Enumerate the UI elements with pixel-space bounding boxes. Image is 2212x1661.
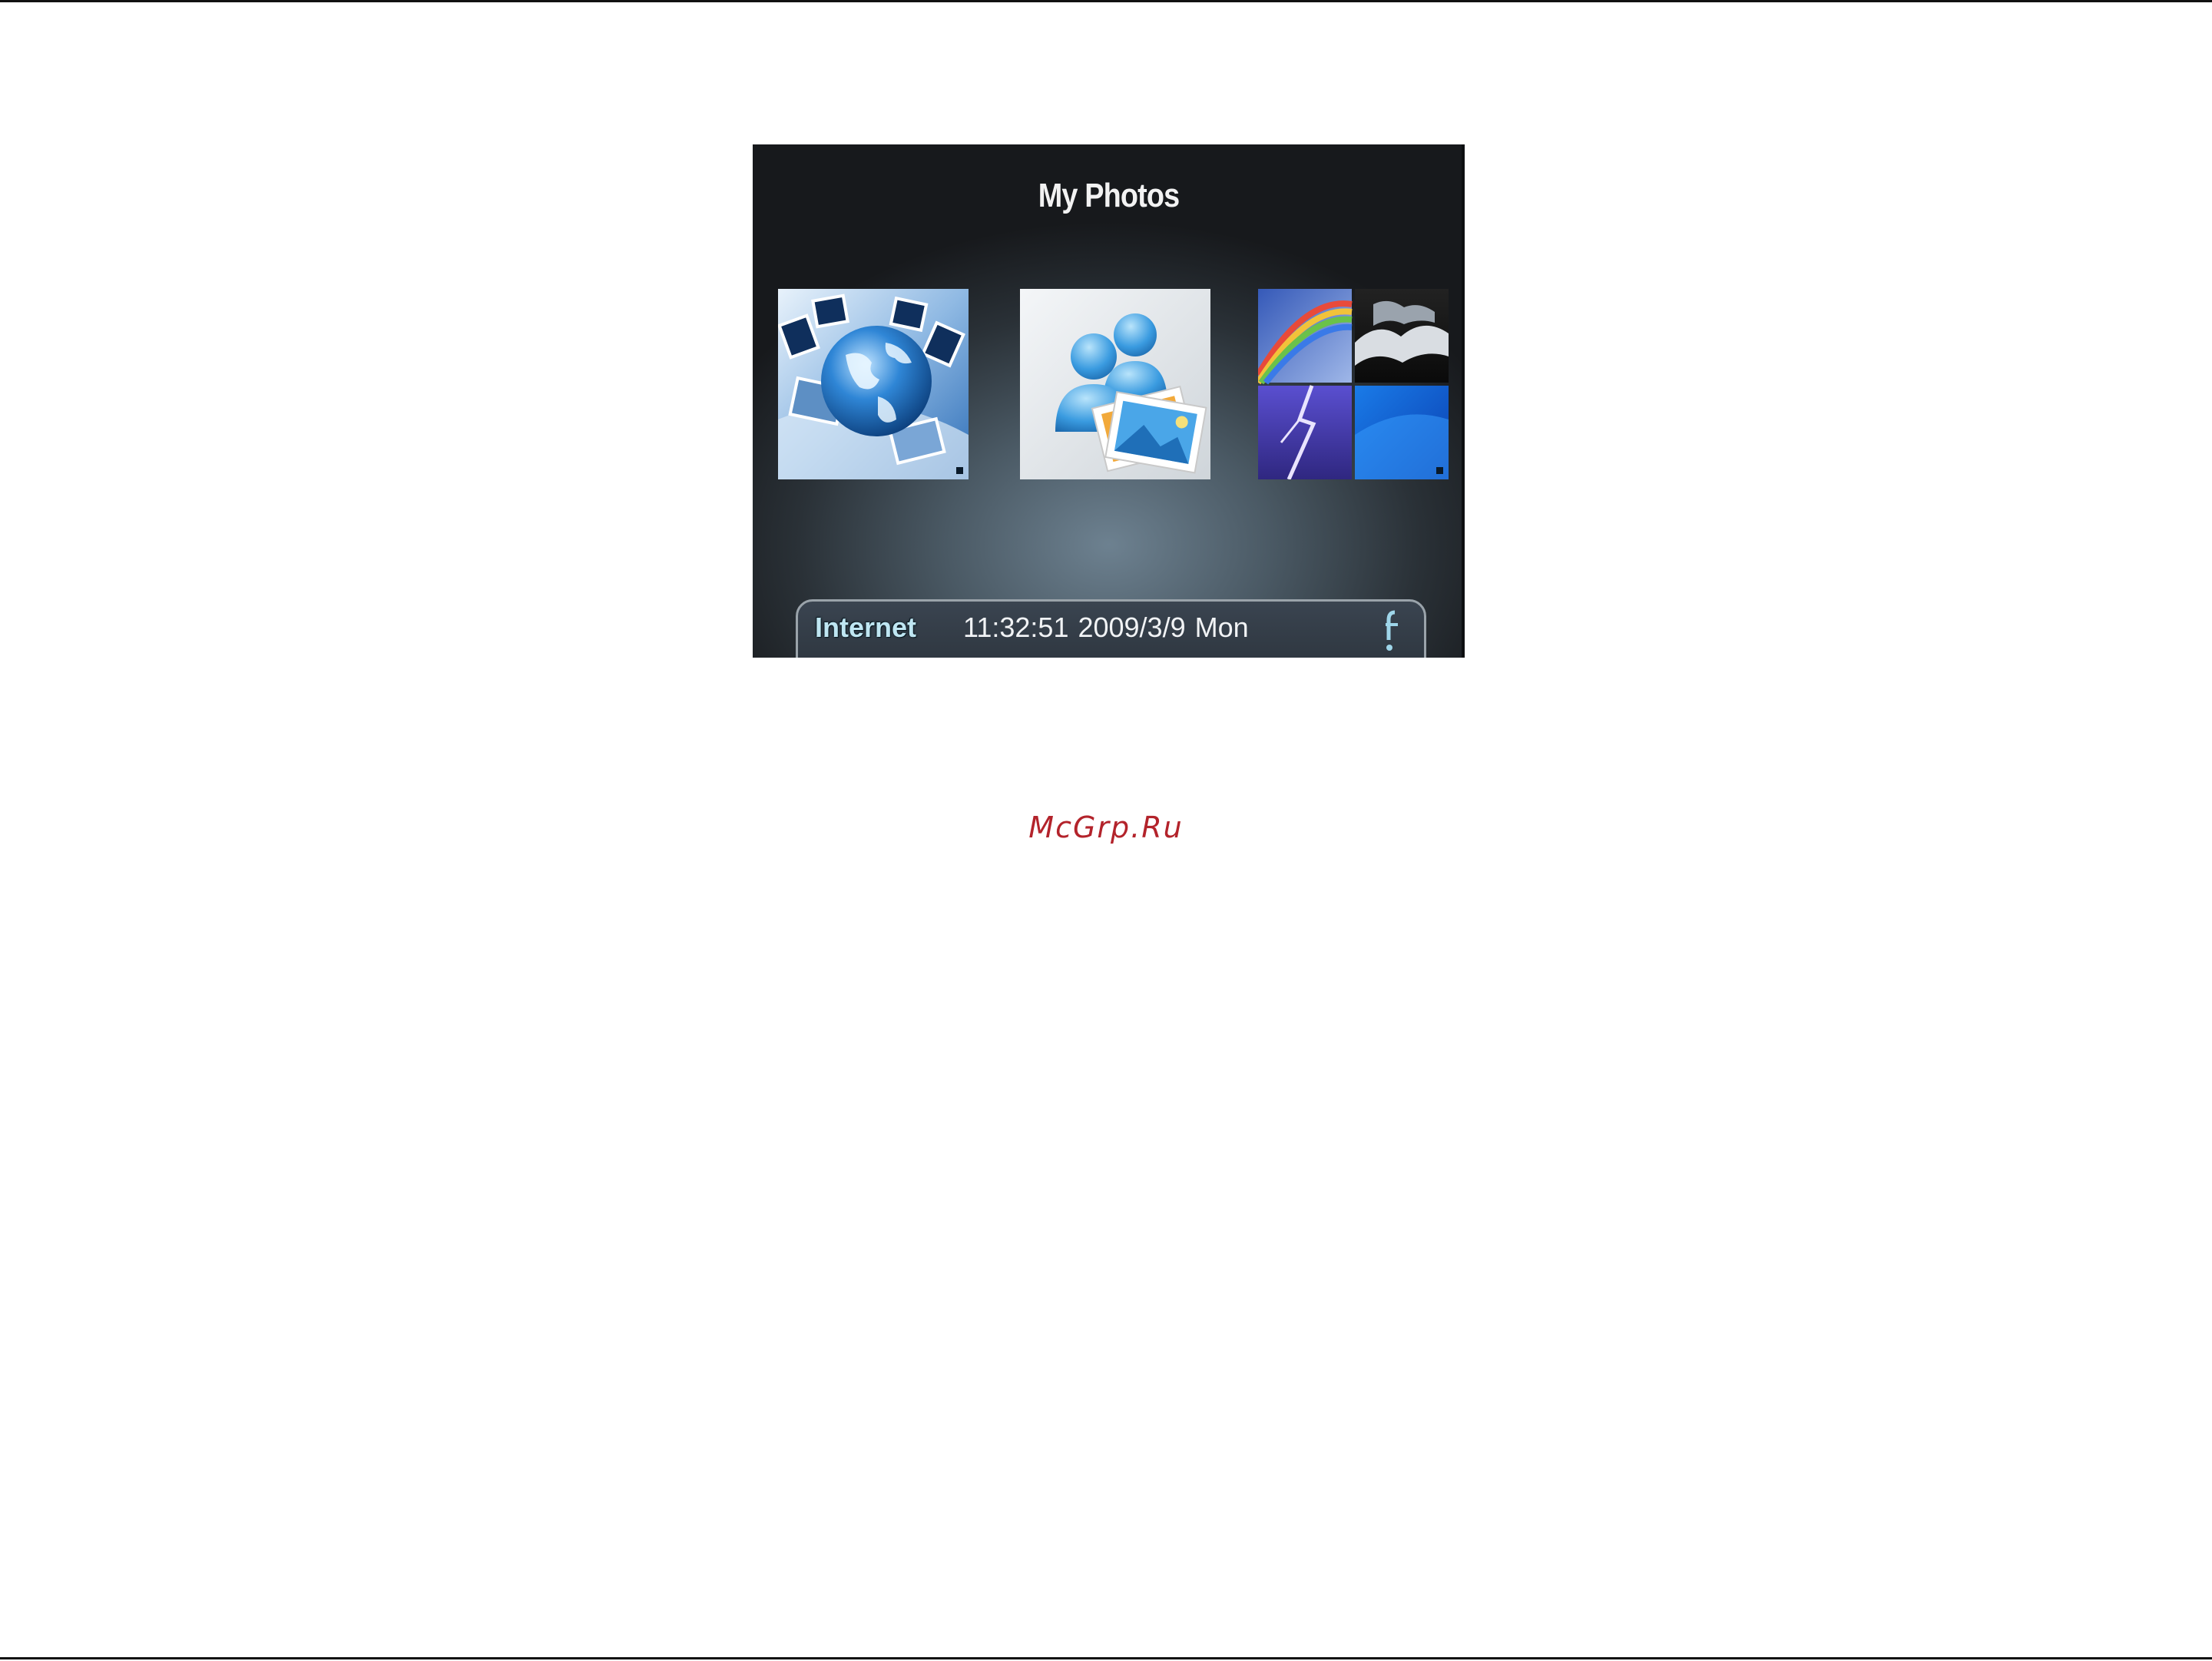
photo-frame-screen: My Photos Internet 11:32:51 2009/3/9 Mon xyxy=(753,144,1465,658)
internet-status-label[interactable]: Internet xyxy=(807,611,924,645)
status-bar: Internet 11:32:51 2009/3/9 Mon xyxy=(796,599,1426,658)
clock-datetime: 11:32:51 2009/3/9 Mon xyxy=(963,612,1249,643)
photo-collage-icon xyxy=(1258,289,1449,479)
screen-title: My Photos xyxy=(1038,177,1180,214)
people-photos-icon xyxy=(1020,289,1210,479)
top-rule xyxy=(0,0,2212,2)
friends-photos-tile[interactable] xyxy=(1020,289,1210,479)
internet-photos-tile[interactable] xyxy=(778,289,969,479)
local-photos-tile[interactable] xyxy=(1258,289,1449,479)
globe-photos-icon xyxy=(778,289,969,479)
bottom-rule xyxy=(0,1657,2212,1659)
info-icon[interactable] xyxy=(1381,608,1402,652)
watermark-text: McGrp.Ru xyxy=(1028,811,1184,844)
